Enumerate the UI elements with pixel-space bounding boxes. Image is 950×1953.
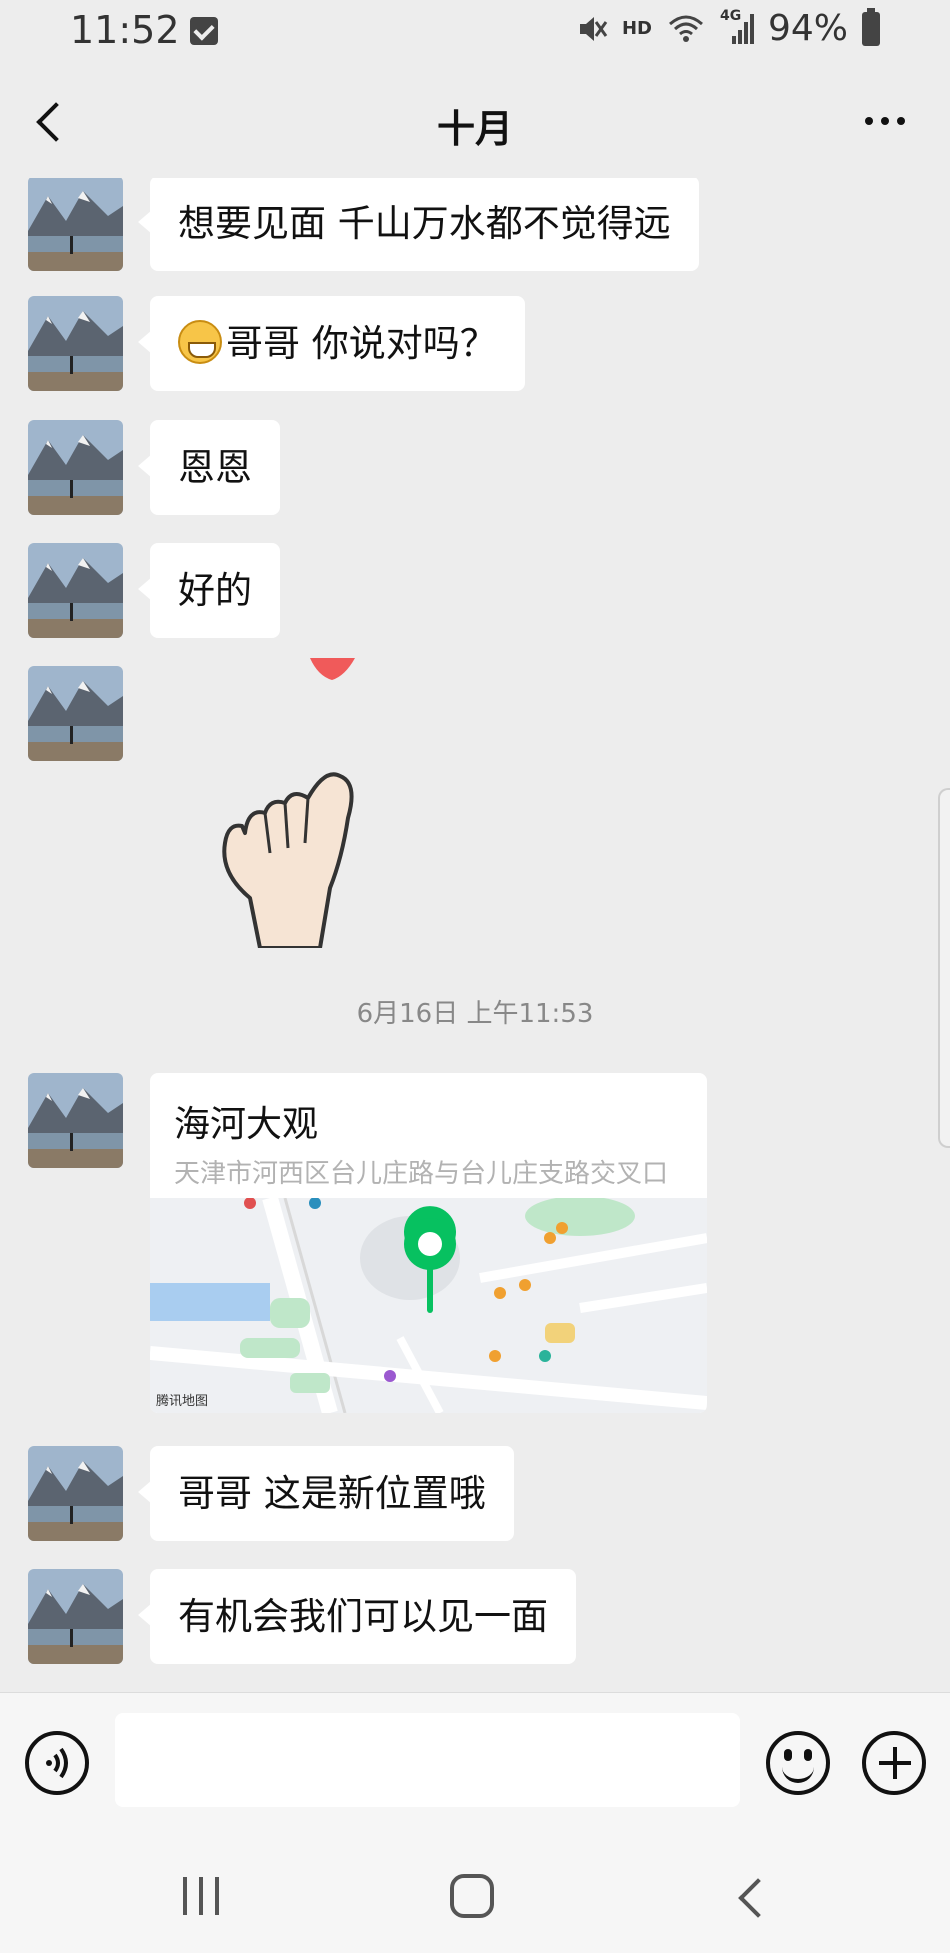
voice-button[interactable] <box>25 1731 89 1795</box>
status-icons: HD 4G 94% <box>576 7 880 49</box>
avatar-landscape-icon <box>28 1446 123 1541</box>
mute-icon <box>579 16 608 41</box>
chat-area[interactable]: 想要见面 千山万水都不觉得远 哥哥 你说对吗？ 恩恩 好的 6月16日 上午11… <box>0 178 950 1692</box>
more-actions-button[interactable] <box>862 1731 926 1795</box>
voice-icon <box>46 1747 68 1779</box>
battery-percent: 94% <box>767 8 848 49</box>
bar-icon <box>199 1877 203 1915</box>
dot-icon <box>881 117 889 125</box>
location-title: 海河大观 <box>174 1104 319 1145</box>
system-back-button[interactable] <box>730 1878 770 1918</box>
battery-icon <box>862 7 880 46</box>
message-bubble[interactable]: 哥哥 这是新位置哦 <box>138 1446 514 1541</box>
message-text: 恩恩 <box>178 446 252 489</box>
location-address: 天津市河西区台儿庄路与台儿庄支路交叉口 <box>174 1159 669 1189</box>
map-credit: 腾讯地图 <box>156 1394 209 1409</box>
chat-title: 十月 <box>436 107 513 151</box>
more-options-button[interactable] <box>860 106 910 136</box>
status-bar: 11:52 HD 4G 94% <box>0 0 950 66</box>
avatar[interactable] <box>28 543 123 638</box>
avatar[interactable] <box>28 1446 123 1541</box>
recent-apps-button[interactable] <box>183 1877 227 1915</box>
message-bubble[interactable]: 哥哥 你说对吗？ <box>138 296 525 391</box>
message-input[interactable] <box>115 1713 740 1807</box>
location-map[interactable] <box>150 1198 707 1413</box>
avatar[interactable] <box>28 296 123 391</box>
chat-header: 十月 <box>0 66 950 178</box>
avatar[interactable] <box>28 666 123 761</box>
avatar-landscape-icon <box>28 543 123 638</box>
bar-icon <box>215 1877 219 1915</box>
avatar[interactable] <box>28 1569 123 1664</box>
message-bubble[interactable]: 有机会我们可以见一面 <box>138 1569 576 1664</box>
message-timestamp: 6月16日 上午11:53 <box>356 999 594 1029</box>
task-check-icon <box>190 17 218 45</box>
scrollbar[interactable] <box>938 788 950 1148</box>
message-bubble[interactable]: 好的 <box>138 543 280 638</box>
dot-icon <box>897 117 905 125</box>
message-text: 哥哥 这是新位置哦 <box>178 1472 486 1515</box>
message-bubble[interactable]: 恩恩 <box>138 420 280 515</box>
location-card[interactable]: 海河大观 天津市河西区台儿庄路与台儿庄支路交叉口 腾讯地图 <box>150 1073 707 1413</box>
system-nav-bar <box>0 1832 950 1953</box>
avatar-landscape-icon <box>28 296 123 391</box>
avatar-landscape-icon <box>28 666 123 761</box>
wifi-icon <box>668 15 703 42</box>
avatar[interactable] <box>28 1073 123 1168</box>
message-text: 有机会我们可以见一面 <box>178 1595 548 1638</box>
finger-heart-sticker[interactable] <box>180 658 390 948</box>
avatar[interactable] <box>28 178 123 271</box>
status-time: 11:52 <box>70 8 180 52</box>
grin-emoji-icon <box>178 320 222 364</box>
home-button[interactable] <box>450 1874 494 1918</box>
avatar-landscape-icon <box>28 420 123 515</box>
avatar-landscape-icon <box>28 1073 123 1168</box>
dot-icon <box>865 117 873 125</box>
message-text: 想要见面 千山万水都不觉得远 <box>178 202 671 245</box>
message-text: 哥哥 你说对吗？ <box>226 322 497 365</box>
hd-label: HD <box>621 18 652 39</box>
cell-signal-icon: 4G <box>720 8 754 46</box>
avatar[interactable] <box>28 420 123 515</box>
input-bar <box>0 1692 950 1832</box>
avatar-landscape-icon <box>28 1569 123 1664</box>
emoji-button[interactable] <box>766 1731 830 1795</box>
message-text: 好的 <box>178 569 252 612</box>
message-bubble[interactable]: 想要见面 千山万水都不觉得远 <box>138 178 699 271</box>
avatar-landscape-icon <box>28 178 123 271</box>
bar-icon <box>183 1877 187 1915</box>
